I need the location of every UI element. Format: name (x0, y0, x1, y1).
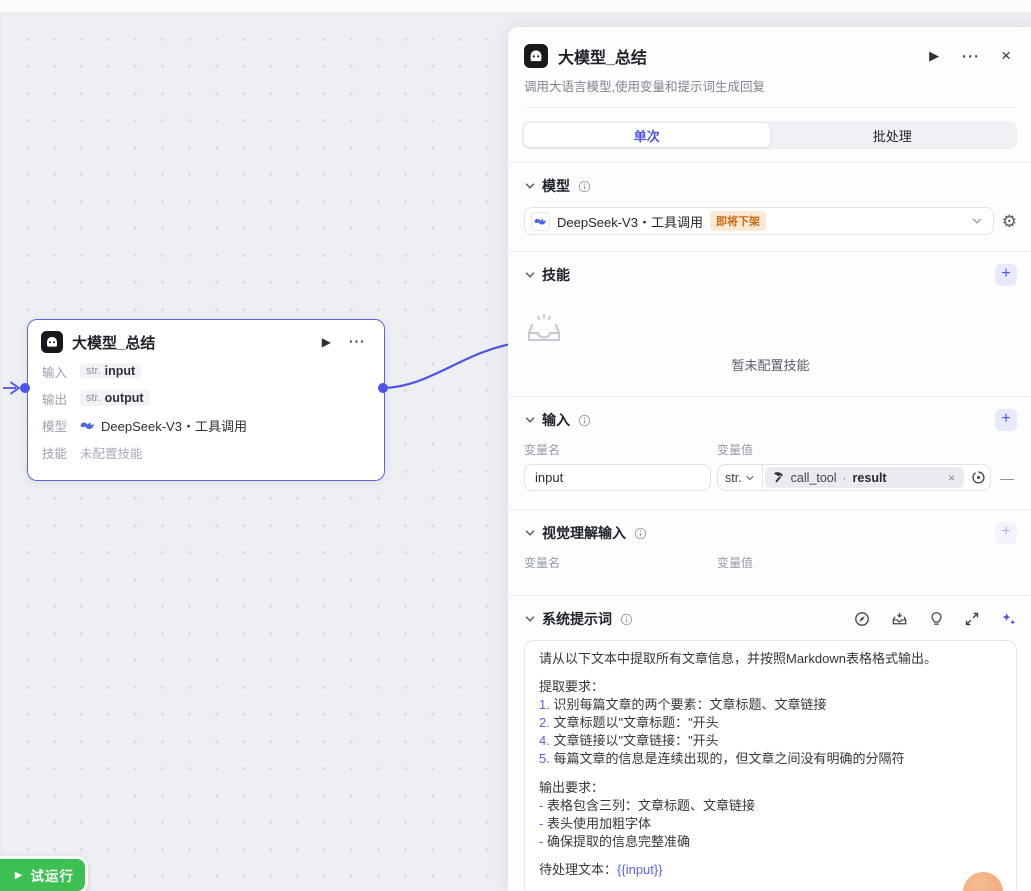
whale-icon (80, 418, 95, 433)
prompt-line: - 确保提取的信息完整准确 (539, 833, 1002, 851)
remove-row-button[interactable]: — (997, 470, 1017, 486)
node-model-row: 模型 DeepSeek-V3・工具调用 (42, 415, 370, 435)
input-var-pill: str. input (80, 363, 141, 379)
var-type-select[interactable]: str. (718, 465, 763, 490)
inputs-section-label: 输入 (542, 410, 570, 430)
chevron-down-icon (971, 215, 983, 227)
prompt-line: 输出要求： (539, 779, 1002, 797)
chevron-down-icon[interactable] (524, 613, 536, 625)
play-icon: ▶ (15, 870, 23, 881)
node-more-icon[interactable]: ⋯ (344, 332, 370, 352)
prompt-line: 请从以下文本中提取所有文章信息，并按照Markdown表格格式输出。 (539, 650, 1002, 668)
prompt-library-icon[interactable] (891, 611, 908, 627)
lightbulb-icon[interactable] (929, 611, 944, 627)
info-icon (620, 613, 633, 626)
whale-icon (531, 212, 550, 231)
add-vision-input-button: + (995, 522, 1017, 544)
tab-batch[interactable]: 批处理 (770, 123, 1016, 147)
prompt-line: 待处理文本：{{input}} (539, 861, 1002, 879)
prompt-line: 2. 文章标题以"文章标题："开头 (539, 714, 1002, 732)
panel-more-icon[interactable]: ⋯ (955, 46, 985, 67)
divider (524, 107, 1017, 108)
window-top-strip (0, 0, 1031, 13)
panel-close-icon[interactable]: × (995, 46, 1017, 66)
section-system-prompt: 系统提示词 (508, 595, 1031, 891)
bot-icon (41, 331, 63, 353)
prompt-line: 提取要求： (539, 678, 1002, 696)
expand-icon[interactable] (965, 612, 979, 626)
node-title: 大模型_总结 (72, 332, 309, 353)
section-inputs: 输入 + 变量名 变量值 str. call_to (508, 396, 1031, 491)
panel-subtitle: 调用大语言模型,使用变量和提示词生成回复 (524, 76, 1017, 95)
var-name-input[interactable] (524, 464, 711, 491)
variable-ref-tag[interactable]: call_tool · result × (765, 467, 964, 488)
panel-run-icon[interactable]: ▶ (923, 48, 945, 64)
prompt-line: - 表格包含三列：文章标题、文章链接 (539, 797, 1002, 815)
remove-ref-icon[interactable]: × (946, 471, 957, 485)
prompt-line (539, 769, 1002, 779)
compass-icon[interactable] (854, 611, 870, 627)
model-name: DeepSeek-V3・工具调用 (557, 212, 703, 231)
panel-title: 大模型_总结 (558, 44, 913, 68)
prompt-line: 4. 文章链接以"文章链接："开头 (539, 732, 1002, 750)
col-var-value: 变量值 (717, 441, 753, 458)
ai-optimize-icon[interactable] (1000, 611, 1017, 627)
node-output-row: 输出 str. output (42, 388, 370, 408)
gear-icon[interactable]: ⚙ (1002, 213, 1017, 230)
system-prompt-label: 系统提示词 (542, 609, 612, 629)
node-input-row: 输入 str. input (42, 361, 370, 381)
info-icon (578, 180, 591, 193)
node-card-llm[interactable]: 大模型_总结 ▶ ⋯ 输入 str. input 输出 str. output … (27, 319, 385, 481)
deprecation-badge: 即将下架 (710, 211, 766, 231)
prompt-line: - 表头使用加粗字体 (539, 815, 1002, 833)
prompt-line (539, 668, 1002, 678)
section-skills: 技能 + 暂未配置技能 (508, 251, 1031, 396)
col-var-value: 变量值 (717, 554, 753, 571)
ref-picker-icon[interactable] (966, 470, 990, 485)
skills-empty-text: 暂未配置技能 (524, 355, 1017, 374)
add-skill-button[interactable]: + (995, 264, 1017, 286)
output-var-pill: str. output (80, 390, 150, 406)
chevron-down-icon[interactable] (524, 269, 536, 281)
skills-section-label: 技能 (542, 265, 570, 285)
section-vision: 视觉理解输入 + 变量名 变量值 (508, 509, 1031, 571)
chevron-down-icon[interactable] (524, 180, 536, 192)
test-run-button[interactable]: ▶ 试运行 (0, 856, 88, 891)
input-row: str. call_tool · result × — (524, 464, 1017, 491)
chevron-down-icon[interactable] (524, 527, 536, 539)
mode-tabs: 单次 批处理 (522, 121, 1017, 149)
prompt-line (539, 851, 1002, 861)
model-selector[interactable]: DeepSeek-V3・工具调用 即将下架 (524, 207, 994, 235)
system-prompt-editor[interactable]: 请从以下文本中提取所有文章信息，并按照Markdown表格格式输出。提取要求：1… (524, 640, 1017, 891)
node-skill-row: 技能 未配置技能 (42, 442, 370, 462)
prompt-line: 5. 每篇文章的信息是连续出现的，但文章之间没有明确的分隔符 (539, 750, 1002, 768)
col-var-name: 变量名 (524, 554, 717, 571)
model-section-label: 模型 (542, 176, 570, 196)
chevron-down-icon[interactable] (524, 414, 536, 426)
empty-tray-icon (524, 310, 1017, 348)
bot-icon (524, 44, 548, 68)
vision-section-label: 视觉理解输入 (542, 523, 626, 543)
section-model: 模型 DeepSeek-V3・工具调用 即将下架 ⚙ (508, 162, 1031, 235)
col-var-name: 变量名 (524, 441, 717, 458)
node-run-icon[interactable]: ▶ (318, 335, 335, 349)
prompt-line: 1. 识别每篇文章的两个要素：文章标题、文章链接 (539, 696, 1002, 714)
add-input-button[interactable]: + (995, 409, 1017, 431)
info-icon (578, 414, 591, 427)
info-icon (634, 527, 647, 540)
tab-single[interactable]: 单次 (524, 123, 770, 147)
node-config-panel: 大模型_总结 ▶ ⋯ × 调用大语言模型,使用变量和提示词生成回复 单次 批处理… (508, 27, 1031, 891)
tool-hammer-icon (772, 471, 785, 484)
